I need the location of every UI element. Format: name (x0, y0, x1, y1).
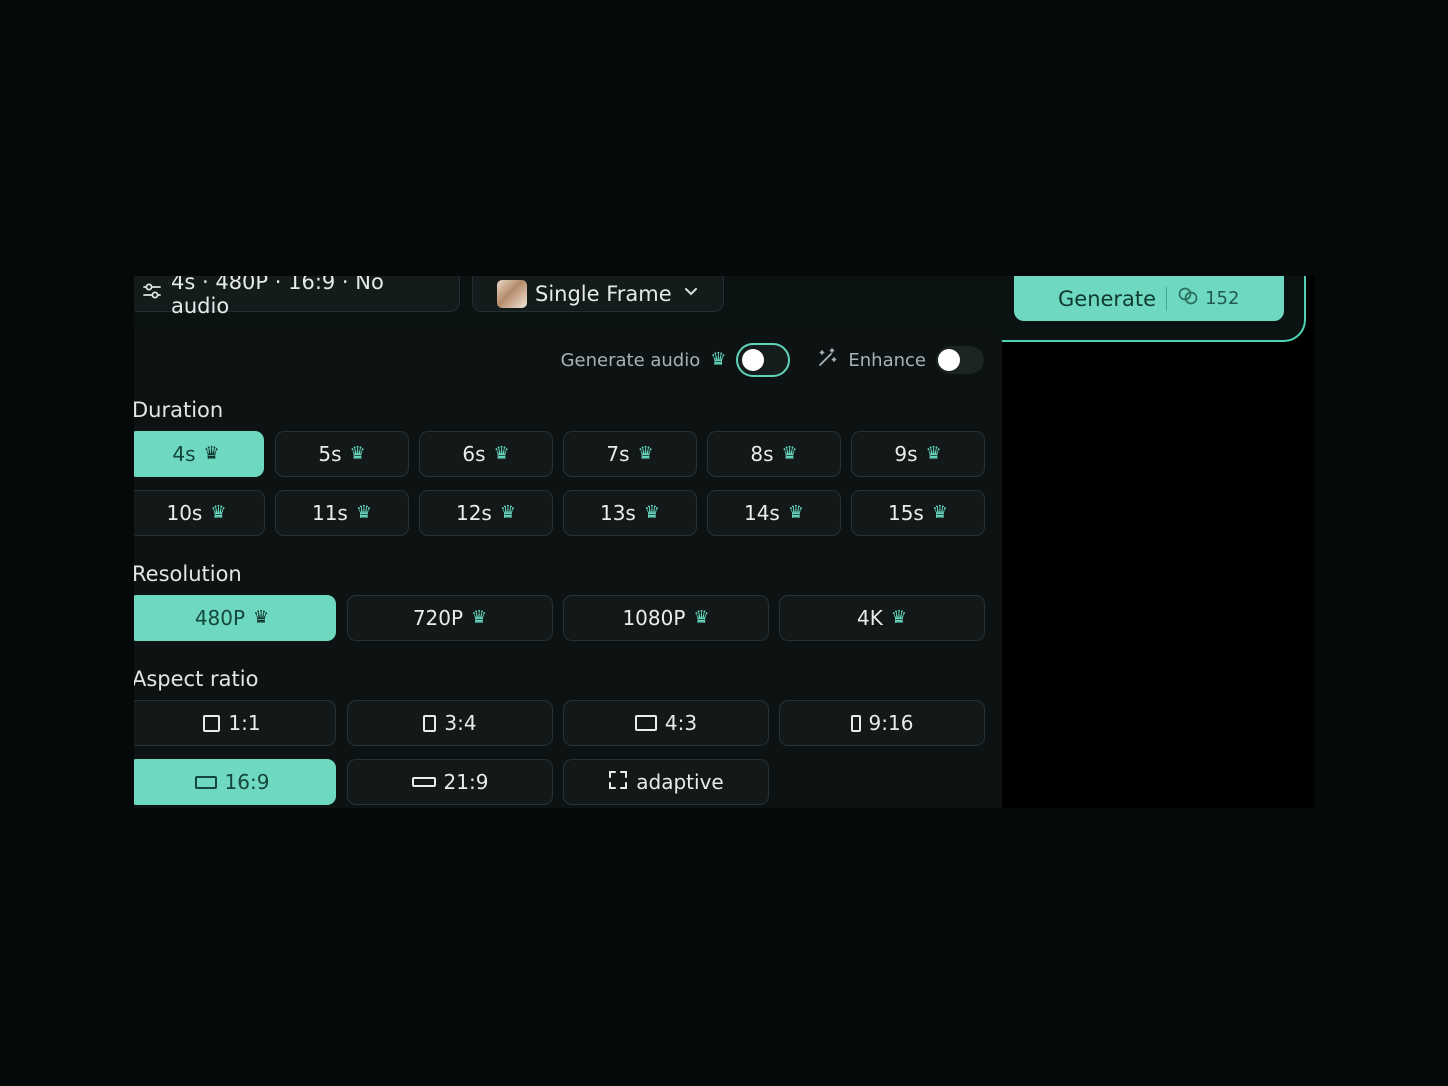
aspect-option-16-9[interactable]: 16:9 (134, 759, 336, 805)
option-label: 7s (606, 442, 630, 466)
crown-icon: ♛ (499, 502, 516, 523)
resolution-option-480p[interactable]: 480P ♛ (134, 595, 336, 641)
crown-icon: ♛ (471, 607, 488, 628)
duration-option-12s[interactable]: 12s ♛ (419, 490, 553, 536)
crown-icon: ♛ (253, 607, 270, 628)
resolution-option-720p[interactable]: 720P ♛ (347, 595, 553, 641)
option-label: 8s (750, 442, 774, 466)
aspect-option-4-3[interactable]: 4:3 (563, 700, 769, 746)
generate-button[interactable]: Generate 152 (1014, 276, 1284, 321)
sliders-icon (141, 280, 163, 307)
aspect-option-21-9[interactable]: 21:9 (347, 759, 553, 805)
option-label: 10s (166, 501, 203, 525)
crown-icon: ♛ (787, 502, 804, 523)
generate-divider (1166, 286, 1168, 311)
aspect-option-9-16[interactable]: 9:16 (779, 700, 985, 746)
frame-thumbnail (497, 279, 527, 308)
crown-icon: ♛ (493, 443, 510, 464)
option-label: 4s (172, 442, 196, 466)
crown-icon: ♛ (890, 607, 907, 628)
aspect-option-1-1[interactable]: 1:1 (134, 700, 336, 746)
option-label: 720P (412, 606, 464, 630)
toggle-knob (938, 349, 960, 371)
crown-icon: ♛ (355, 502, 372, 523)
wide-frame-icon (194, 775, 217, 789)
toggle-knob (742, 349, 765, 371)
panel-options: Generate audio ♛ Enhance (561, 343, 984, 377)
duration-option-6s[interactable]: 6s ♛ (419, 431, 553, 477)
crown-icon: ♛ (931, 502, 948, 523)
chevron-down-icon (684, 284, 698, 303)
option-label: 3:4 (444, 711, 477, 735)
option-label: 480P (194, 606, 246, 630)
option-label: 16:9 (224, 770, 270, 794)
duration-option-9s[interactable]: 9s ♛ (851, 431, 985, 477)
crown-icon: ♛ (710, 349, 727, 370)
fullscreen-corners-icon (608, 770, 628, 795)
option-label: 9:16 (868, 711, 914, 735)
tall-frame-icon (850, 714, 861, 732)
portrait-frame-icon (423, 714, 437, 732)
coins-icon (1177, 286, 1199, 311)
generate-label: Generate (1058, 286, 1157, 311)
duration-option-11s[interactable]: 11s ♛ (275, 490, 409, 536)
crown-icon: ♛ (637, 443, 654, 464)
resolution-title: Resolution (134, 562, 242, 586)
resolution-option-1080p[interactable]: 1080P ♛ (563, 595, 769, 641)
magic-wand-icon (816, 347, 838, 374)
enhance-toggle[interactable] (936, 346, 984, 374)
option-label: 14s (743, 501, 780, 525)
resolution-option-4k[interactable]: 4K ♛ (779, 595, 985, 641)
settings-summary-button[interactable]: 4s · 480P · 16:9 · No audio (134, 276, 460, 318)
crown-icon: ♛ (210, 502, 227, 523)
option-label: 11s (311, 501, 348, 525)
option-label: 1080P (622, 606, 686, 630)
duration-option-15s[interactable]: 15s ♛ (851, 490, 985, 536)
crown-icon: ♛ (781, 443, 798, 464)
frame-mode-label: Single Frame (535, 281, 672, 306)
duration-option-4s[interactable]: 4s ♛ (134, 431, 264, 477)
crown-icon: ♛ (349, 443, 366, 464)
generator-stage: 4s · 480P · 16:9 · No audio Single Frame… (134, 276, 1314, 808)
settings-panel: Generate audio ♛ Enhance Duration 4s ♛ 5s… (134, 328, 1002, 808)
duration-option-14s[interactable]: 14s ♛ (707, 490, 841, 536)
option-label: 4K (857, 606, 883, 630)
aspect-option-adaptive[interactable]: adaptive (563, 759, 769, 805)
crown-icon: ♛ (925, 443, 942, 464)
square-icon (203, 714, 221, 732)
credits-display: 152 (1177, 286, 1239, 311)
crown-icon: ♛ (643, 502, 660, 523)
option-label: adaptive (636, 770, 724, 794)
aspect-ratio-title: Aspect ratio (134, 667, 259, 691)
duration-option-8s[interactable]: 8s ♛ (707, 431, 841, 477)
generate-audio-toggle[interactable] (736, 343, 791, 377)
option-label: 15s (887, 501, 924, 525)
option-label: 5s (318, 442, 342, 466)
settings-summary-text: 4s · 480P · 16:9 · No audio (171, 276, 384, 318)
option-label: 4:3 (664, 711, 698, 735)
option-label: 1:1 (228, 711, 261, 735)
frame-mode-dropdown[interactable]: Single Frame (472, 276, 724, 312)
credits-value: 152 (1205, 288, 1240, 309)
duration-option-7s[interactable]: 7s ♛ (563, 431, 697, 477)
generate-audio-label: Generate audio (560, 349, 701, 371)
option-label: 13s (599, 501, 636, 525)
enhance-label: Enhance (848, 349, 926, 371)
duration-option-5s[interactable]: 5s ♛ (275, 431, 409, 477)
option-label: 12s (455, 501, 492, 525)
option-label: 9s (894, 442, 918, 466)
crown-icon: ♛ (693, 607, 710, 628)
aspect-option-3-4[interactable]: 3:4 (347, 700, 553, 746)
option-label: 6s (462, 442, 486, 466)
crown-icon: ♛ (203, 443, 220, 464)
duration-option-10s[interactable]: 10s ♛ (134, 490, 265, 536)
ultrawide-frame-icon (411, 777, 436, 787)
option-label: 21:9 (443, 770, 489, 794)
landscape-frame-icon (634, 715, 657, 731)
duration-title: Duration (134, 398, 224, 422)
duration-option-13s[interactable]: 13s ♛ (563, 490, 697, 536)
